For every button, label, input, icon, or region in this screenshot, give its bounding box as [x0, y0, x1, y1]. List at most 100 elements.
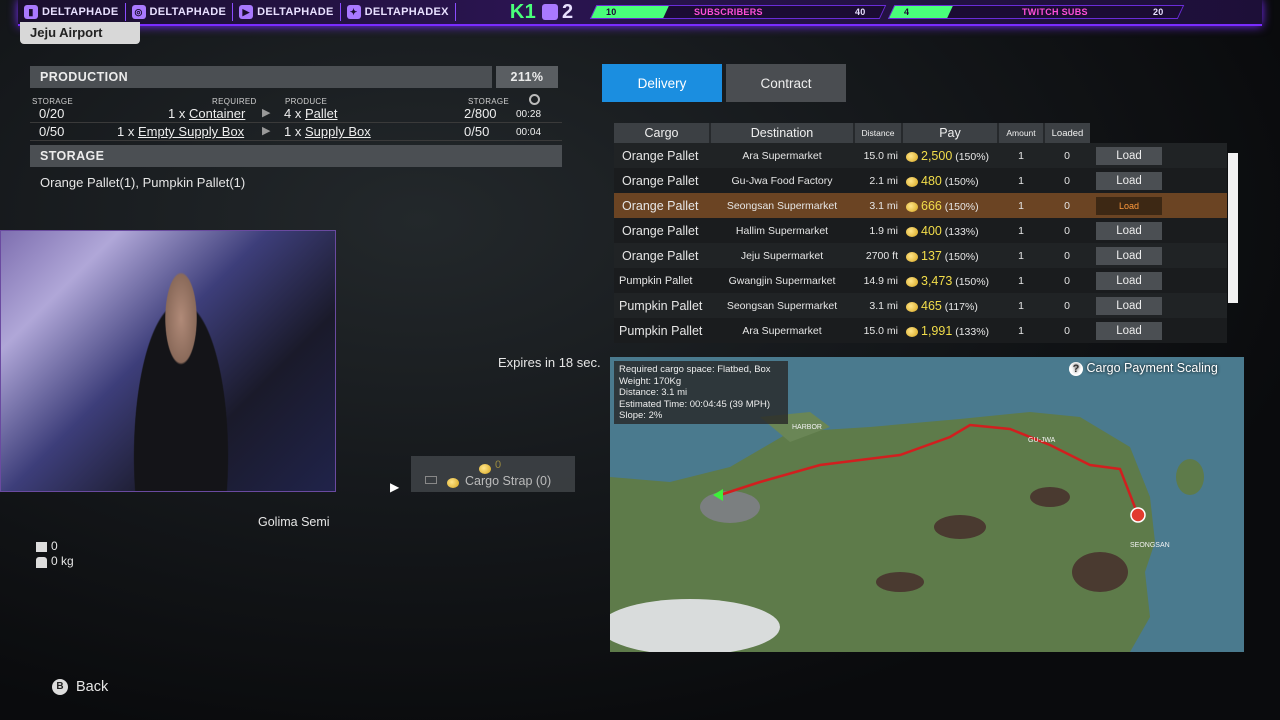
map-label-harbor: HARBOR [792, 424, 822, 431]
table-row[interactable]: Pumpkin Pallet Seongsan Supermarket 3.1 mi… [614, 293, 1227, 318]
destination: Ara Supermarket [742, 149, 822, 162]
pay-percent: (150%) [944, 250, 979, 263]
load-button[interactable]: Load [1096, 172, 1162, 190]
k1-badge: K1 [509, 0, 536, 23]
production-percent: 211% [496, 66, 558, 88]
social-instagram: ◎ DELTAPHADE [126, 3, 234, 21]
tab-contract[interactable]: Contract [726, 64, 846, 102]
destination: Jeju Supermarket [740, 249, 824, 262]
youtube-icon: ▶ [239, 5, 254, 19]
table-row[interactable]: Orange Pallet Seongsan Supermarket 3.1 mi 6… [614, 193, 1227, 218]
cargo-name: Orange Pallet [622, 198, 699, 213]
stream-overlay-bar: ▮ DELTAPHADE ◎ DELTAPHADE ▶ DELTAPHADE ✦ DEL… [18, 0, 1262, 26]
b-key-icon: B [52, 679, 68, 695]
produce: 4 x Pallet [284, 106, 338, 121]
terrain-patch [934, 515, 986, 539]
prod-qty: 1 x [284, 124, 302, 139]
cargo-strap-box[interactable]: 0 Cargo Strap (0) [411, 456, 575, 492]
col-distance: Distance [853, 123, 902, 143]
tab-delivery[interactable]: Delivery [602, 64, 722, 102]
col-action [1090, 123, 1227, 143]
weight-value: 0 kg [51, 554, 74, 568]
table-row[interactable]: Orange Pallet Jeju Supermarket 2700 ft 137 … [614, 243, 1227, 268]
islet [1176, 459, 1204, 495]
amount: 1 [1018, 149, 1024, 162]
amount: 1 [1018, 249, 1024, 262]
loaded: 0 [1064, 249, 1070, 262]
strap-icon [425, 476, 437, 484]
cargo-name: Orange Pallet [622, 248, 699, 263]
loaded: 0 [1064, 199, 1070, 212]
subs-label: SUBSCRIBERS [694, 7, 764, 17]
coin-icon [906, 226, 918, 237]
info-time: Estimated Time: 00:04:45 (39 MPH) [619, 398, 771, 410]
production-time: 00:04 [516, 127, 542, 138]
strap-label: Cargo Strap (0) [465, 474, 552, 488]
load-button[interactable]: Load [1096, 272, 1162, 290]
pay: 480 (150%) [902, 168, 998, 193]
req-item: Container [188, 106, 246, 121]
action-cell: Load [1090, 318, 1227, 343]
terrain-patch [1072, 552, 1128, 592]
req-qty: 1 x [117, 124, 135, 139]
cargo-name: Orange Pallet [622, 223, 699, 238]
prod-qty: 4 x [284, 106, 302, 121]
destination: Seongsan Supermarket [726, 199, 838, 212]
pay-percent: (150%) [955, 150, 990, 163]
amount: 1 [1018, 224, 1024, 237]
load-button[interactable]: Load [1096, 222, 1162, 240]
pay-value: 666 [921, 198, 942, 213]
load-button[interactable]: Load [1096, 247, 1162, 265]
amount: 1 [1018, 299, 1024, 312]
storage-contents: Orange Pallet(1), Pumpkin Pallet(1) [40, 175, 246, 190]
loaded: 0 [1064, 299, 1070, 312]
table-row[interactable]: Orange Pallet Gu-Jwa Food Factory 2.1 mi 48… [614, 168, 1227, 193]
load-button[interactable]: Load [1096, 197, 1162, 215]
col-storage: STORAGE [32, 97, 74, 106]
pay-percent: (133%) [955, 325, 990, 338]
cargo-payment-scaling[interactable]: ? Cargo Payment Scaling [1069, 361, 1218, 376]
table-row[interactable]: Orange Pallet Hallim Supermarket 1.9 mi 400… [614, 218, 1227, 243]
pay-percent: (150%) [944, 200, 979, 213]
storage-title: STORAGE [40, 149, 105, 163]
twitch-icon [542, 4, 558, 20]
info-distance: Distance: 3.1 mi [619, 387, 688, 399]
load-button[interactable]: Load [1096, 297, 1162, 315]
gear-icon [529, 94, 540, 105]
map-label-seongsan: SEONGSAN [1130, 542, 1170, 549]
social-handle: DELTAPHADE [257, 6, 334, 18]
distance: 14.9 mi [863, 274, 898, 287]
distance: 15.0 mi [863, 324, 898, 337]
play-arrow-icon[interactable]: ▶ [390, 480, 399, 494]
destination-pin-icon [1130, 507, 1146, 523]
back-button[interactable]: B Back [52, 679, 108, 695]
p2-badge: 2 [562, 0, 574, 23]
req-qty: 1 x [168, 106, 186, 121]
pay-percent: (133%) [944, 225, 979, 238]
load-button[interactable]: Load [1096, 322, 1162, 340]
action-cell: Load [1090, 193, 1227, 218]
cargo-name: Orange Pallet [622, 173, 699, 188]
table-row[interactable]: Pumpkin Pallet Gwangjin Supermarket 14.9 m… [614, 268, 1227, 293]
table-scrollbar[interactable] [1228, 153, 1238, 303]
amount: 1 [1018, 324, 1024, 337]
pay: 400 (133%) [902, 218, 998, 243]
webcam-feed [0, 230, 336, 492]
table-row[interactable]: Pumpkin Pallet Ara Supermarket 15.0 mi 1,99… [614, 318, 1227, 343]
production-row: 0/20 1 x Container ▶ 4 x Pallet 2/800 00… [30, 106, 562, 123]
social-handle: DELTAPHADE [149, 6, 227, 18]
expires-timer: Expires in 18 sec. [498, 355, 601, 370]
table-row[interactable]: Orange Pallet Ara Supermarket 15.0 mi 2,500… [614, 143, 1227, 168]
col-amount: Amount [997, 123, 1044, 143]
box-count: 0 [51, 539, 58, 553]
terrain-patch [1030, 487, 1070, 507]
destination: Seongsan Supermarket [726, 299, 838, 312]
production-row: 0/50 1 x Empty Supply Box ▶ 1 x Supply B… [30, 124, 562, 141]
coin-icon [906, 251, 918, 262]
amount: 1 [1018, 174, 1024, 187]
coin-icon [906, 151, 918, 162]
weight-icon [36, 557, 47, 568]
load-button[interactable]: Load [1096, 147, 1162, 165]
storage-in: 0/20 [39, 106, 65, 121]
coin-icon [906, 326, 918, 337]
